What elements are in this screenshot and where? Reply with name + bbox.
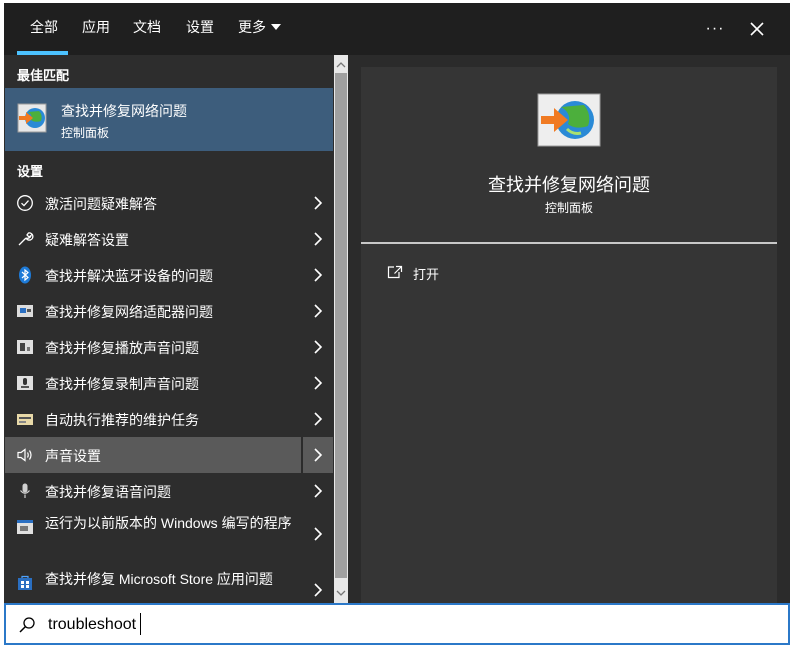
list-item-label: 运行为以前版本的 Windows 编写的程序 [45,515,292,531]
chevron-right-icon[interactable] [303,365,333,401]
tab-settings-label: 设置 [186,19,214,35]
chevron-right-icon[interactable] [303,509,333,559]
chevron-right-icon[interactable] [303,293,333,329]
list-item-label: 激活问题疑难解答 [45,196,157,212]
top-tab-bar: 全部 应用 文档 设置 更多 ··· [4,3,790,55]
chevron-right-icon[interactable] [303,473,333,509]
tab-more-label: 更多 [238,19,266,35]
ellipsis-icon: ··· [705,20,725,37]
volume-icon [17,448,32,462]
tab-documents-label: 文档 [133,19,161,35]
preview-divider [361,242,777,244]
chevron-right-icon[interactable] [303,401,333,437]
list-item[interactable]: 激活问题疑难解答 [5,185,333,221]
tab-documents[interactable]: 文档 [133,3,161,55]
list-item[interactable]: 查找并修复网络适配器问题 [5,293,333,329]
list-item-selected[interactable]: 声音设置 [5,437,333,473]
list-item[interactable]: 疑难解答设置 [5,221,333,257]
list-item-label: 自动执行推荐的维护任务 [45,412,199,428]
search-icon [19,617,35,633]
tab-all[interactable]: 全部 [30,3,58,55]
speaker-device-icon [17,340,33,354]
list-item-label: 查找并修复播放声音问题 [45,340,199,356]
list-item[interactable]: 查找并修复录制声音问题 [5,365,333,401]
tab-more[interactable]: 更多 [238,3,281,55]
tab-apps[interactable]: 应用 [82,3,110,55]
best-match-heading: 最佳匹配 [17,68,70,83]
check-circle-icon [17,195,33,211]
tab-apps-label: 应用 [82,19,110,35]
chevron-right-icon[interactable] [303,185,333,221]
chevron-right-icon[interactable] [303,565,333,603]
search-bar[interactable] [4,603,790,645]
more-options-button[interactable]: ··· [697,11,733,47]
list-item-label: 查找并修复录制声音问题 [45,376,199,392]
tab-settings[interactable]: 设置 [186,3,214,55]
open-action-label: 打开 [413,267,440,282]
scrollbar-thumb[interactable] [335,73,347,578]
list-item-label: 疑难解答设置 [45,232,129,248]
scroll-down-arrow-icon[interactable] [334,585,348,601]
wrench-icon [18,232,34,246]
close-icon [750,22,764,36]
search-window: 全部 应用 文档 设置 更多 ··· 最佳匹配 查找并修复网络问题 控制面板 设… [4,3,790,645]
settings-heading: 设置 [17,164,44,179]
network-troubleshooter-icon [17,103,47,133]
compatibility-icon [17,520,33,534]
text-cursor [140,613,141,635]
best-match-item[interactable]: 查找并修复网络问题 控制面板 [5,88,333,151]
best-match-title: 查找并修复网络问题 [61,103,187,119]
list-item-label: 查找并修复 Microsoft Store 应用问题 [45,571,273,587]
best-match-subtitle: 控制面板 [61,126,110,140]
preview-title: 查找并修复网络问题 [488,175,650,195]
chevron-down-icon [271,24,281,31]
results-scrollbar[interactable] [334,55,348,603]
list-item[interactable]: 运行为以前版本的 Windows 编写的程序 [5,509,333,559]
list-item-label: 查找并修复网络适配器问题 [45,304,213,320]
list-item-label: 声音设置 [45,448,101,464]
close-button[interactable] [739,11,775,47]
list-item-label: 查找并修复语音问题 [45,484,171,500]
network-adapter-icon [17,305,33,317]
tab-all-label: 全部 [30,19,58,35]
results-list: 最佳匹配 查找并修复网络问题 控制面板 设置 激活问题疑难解答 疑难解答设置 查… [4,55,334,603]
store-icon [18,575,32,590]
preview-panel: 查找并修复网络问题 控制面板 打开 [361,67,777,603]
chevron-right-icon[interactable] [301,437,333,473]
chevron-right-icon[interactable] [303,329,333,365]
bluetooth-icon [19,266,31,284]
network-troubleshooter-icon [537,93,601,147]
chevron-right-icon[interactable] [303,257,333,293]
microphone-icon [20,483,30,498]
preview-subtitle: 控制面板 [544,201,593,215]
list-item-label: 查找并解决蓝牙设备的问题 [45,268,213,284]
search-input[interactable] [46,612,750,638]
maintenance-icon [17,414,33,425]
chevron-right-icon[interactable] [303,221,333,257]
scroll-up-arrow-icon[interactable] [334,57,348,73]
list-item[interactable]: 查找并修复播放声音问题 [5,329,333,365]
list-item[interactable]: 查找并解决蓝牙设备的问题 [5,257,333,293]
open-icon [387,265,403,279]
microphone-device-icon [17,376,33,390]
list-item[interactable]: 自动执行推荐的维护任务 [5,401,333,437]
list-item[interactable]: 查找并修复 Microsoft Store 应用问题 [5,565,333,603]
list-item[interactable]: 查找并修复语音问题 [5,473,333,509]
